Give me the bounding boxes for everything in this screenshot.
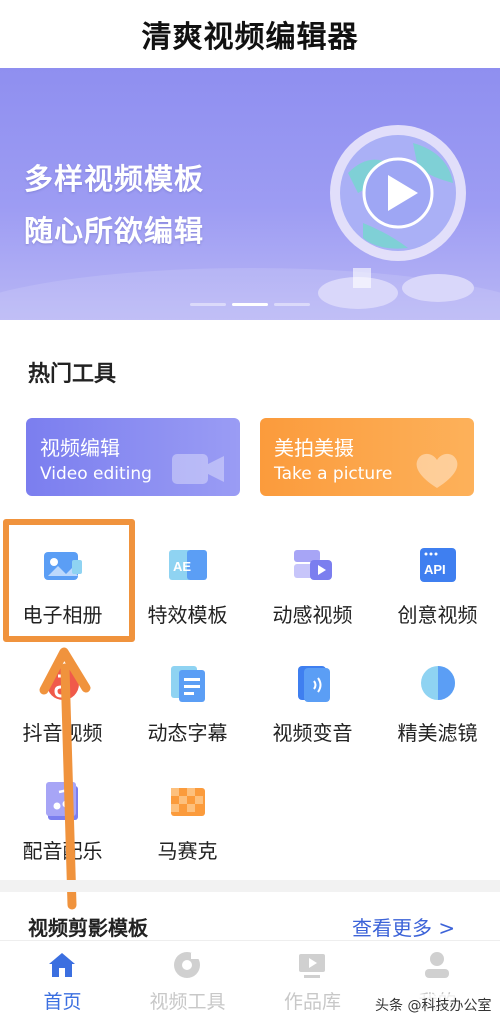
- home-icon: [49, 953, 75, 977]
- card-title: 视频编辑: [40, 436, 120, 460]
- tool-label: 动态字幕: [147, 721, 228, 745]
- video-editing-card[interactable]: 视频编辑 Video editing: [26, 418, 240, 496]
- title-bar: 清爽视频编辑器: [0, 0, 500, 68]
- banner-page-indicator: [0, 303, 500, 306]
- api-icon: API: [420, 548, 456, 582]
- dynamic-video-icon: [294, 550, 332, 580]
- tab-works-library[interactable]: 作品库: [250, 941, 375, 1020]
- tool-filters[interactable]: 精美滤镜: [375, 642, 500, 752]
- tool-effects-template[interactable]: AE 特效模板: [125, 524, 250, 634]
- effects-template-icon: AE: [169, 550, 207, 580]
- tab-label: 首页: [43, 991, 82, 1013]
- works-library-icon: [299, 954, 325, 978]
- indicator-dot: [190, 303, 226, 306]
- hot-tools-title: 热门工具: [28, 362, 117, 387]
- tool-creative-video[interactable]: API 创意视频: [375, 524, 500, 634]
- section-divider: [0, 880, 500, 892]
- video-camera-icon: [172, 454, 224, 484]
- tool-label: 动感视频: [272, 603, 353, 627]
- tool-label: 创意视频: [397, 603, 478, 627]
- view-more-link[interactable]: 查看更多 >: [352, 912, 455, 941]
- mosaic-icon: [171, 788, 205, 816]
- highlight-box: [3, 519, 135, 642]
- svg-text:AE: AE: [173, 559, 191, 574]
- tool-label: 视频变音: [272, 721, 353, 745]
- tool-dynamic-video[interactable]: 动感视频: [250, 524, 375, 634]
- heart-icon: [416, 453, 458, 488]
- watermark: 头条 @科技办公室: [372, 994, 495, 1016]
- banner-headline: 多样视频模板: [24, 162, 205, 196]
- profile-icon: [425, 952, 449, 978]
- indicator-dot: [274, 303, 310, 306]
- tool-label: 马赛克: [157, 839, 218, 863]
- tool-mosaic[interactable]: 马赛克: [125, 760, 250, 870]
- tool-voice-change[interactable]: 视频变音: [250, 642, 375, 752]
- tool-douyin-video[interactable]: 抖音视频: [0, 642, 125, 752]
- tab-label: 作品库: [283, 991, 341, 1013]
- card-subtitle: Take a picture: [274, 464, 393, 484]
- tab-video-tools[interactable]: 视频工具: [125, 941, 250, 1020]
- play-globe-icon: [318, 125, 474, 309]
- douyin-icon: [47, 668, 79, 700]
- tool-dynamic-subtitle[interactable]: 动态字幕: [125, 642, 250, 752]
- promo-banner[interactable]: 多样视频模板 随心所欲编辑: [0, 68, 500, 320]
- tool-label: 抖音视频: [22, 721, 103, 745]
- svg-text:API: API: [424, 562, 446, 577]
- tool-label: 配音配乐: [22, 839, 103, 863]
- app-title: 清爽视频编辑器: [141, 20, 359, 55]
- banner-subheadline: 随心所欲编辑: [24, 214, 205, 248]
- tab-label: 视频工具: [149, 991, 226, 1013]
- template-section-title: 视频剪影模板: [28, 916, 148, 940]
- tab-home[interactable]: 首页: [0, 941, 125, 1020]
- card-subtitle: Video editing: [40, 464, 152, 484]
- filter-icon: [421, 666, 455, 700]
- indicator-dot-active: [232, 303, 268, 306]
- voice-change-icon: [298, 666, 330, 702]
- subtitle-icon: [171, 666, 205, 702]
- card-title: 美拍美摄: [274, 436, 354, 460]
- music-icon: [46, 782, 78, 820]
- take-picture-card[interactable]: 美拍美摄 Take a picture: [260, 418, 474, 496]
- tool-label: 精美滤镜: [397, 721, 478, 745]
- tool-dub-music[interactable]: 配音配乐: [0, 760, 125, 870]
- video-tools-icon: [174, 952, 201, 978]
- tool-label: 特效模板: [147, 603, 228, 627]
